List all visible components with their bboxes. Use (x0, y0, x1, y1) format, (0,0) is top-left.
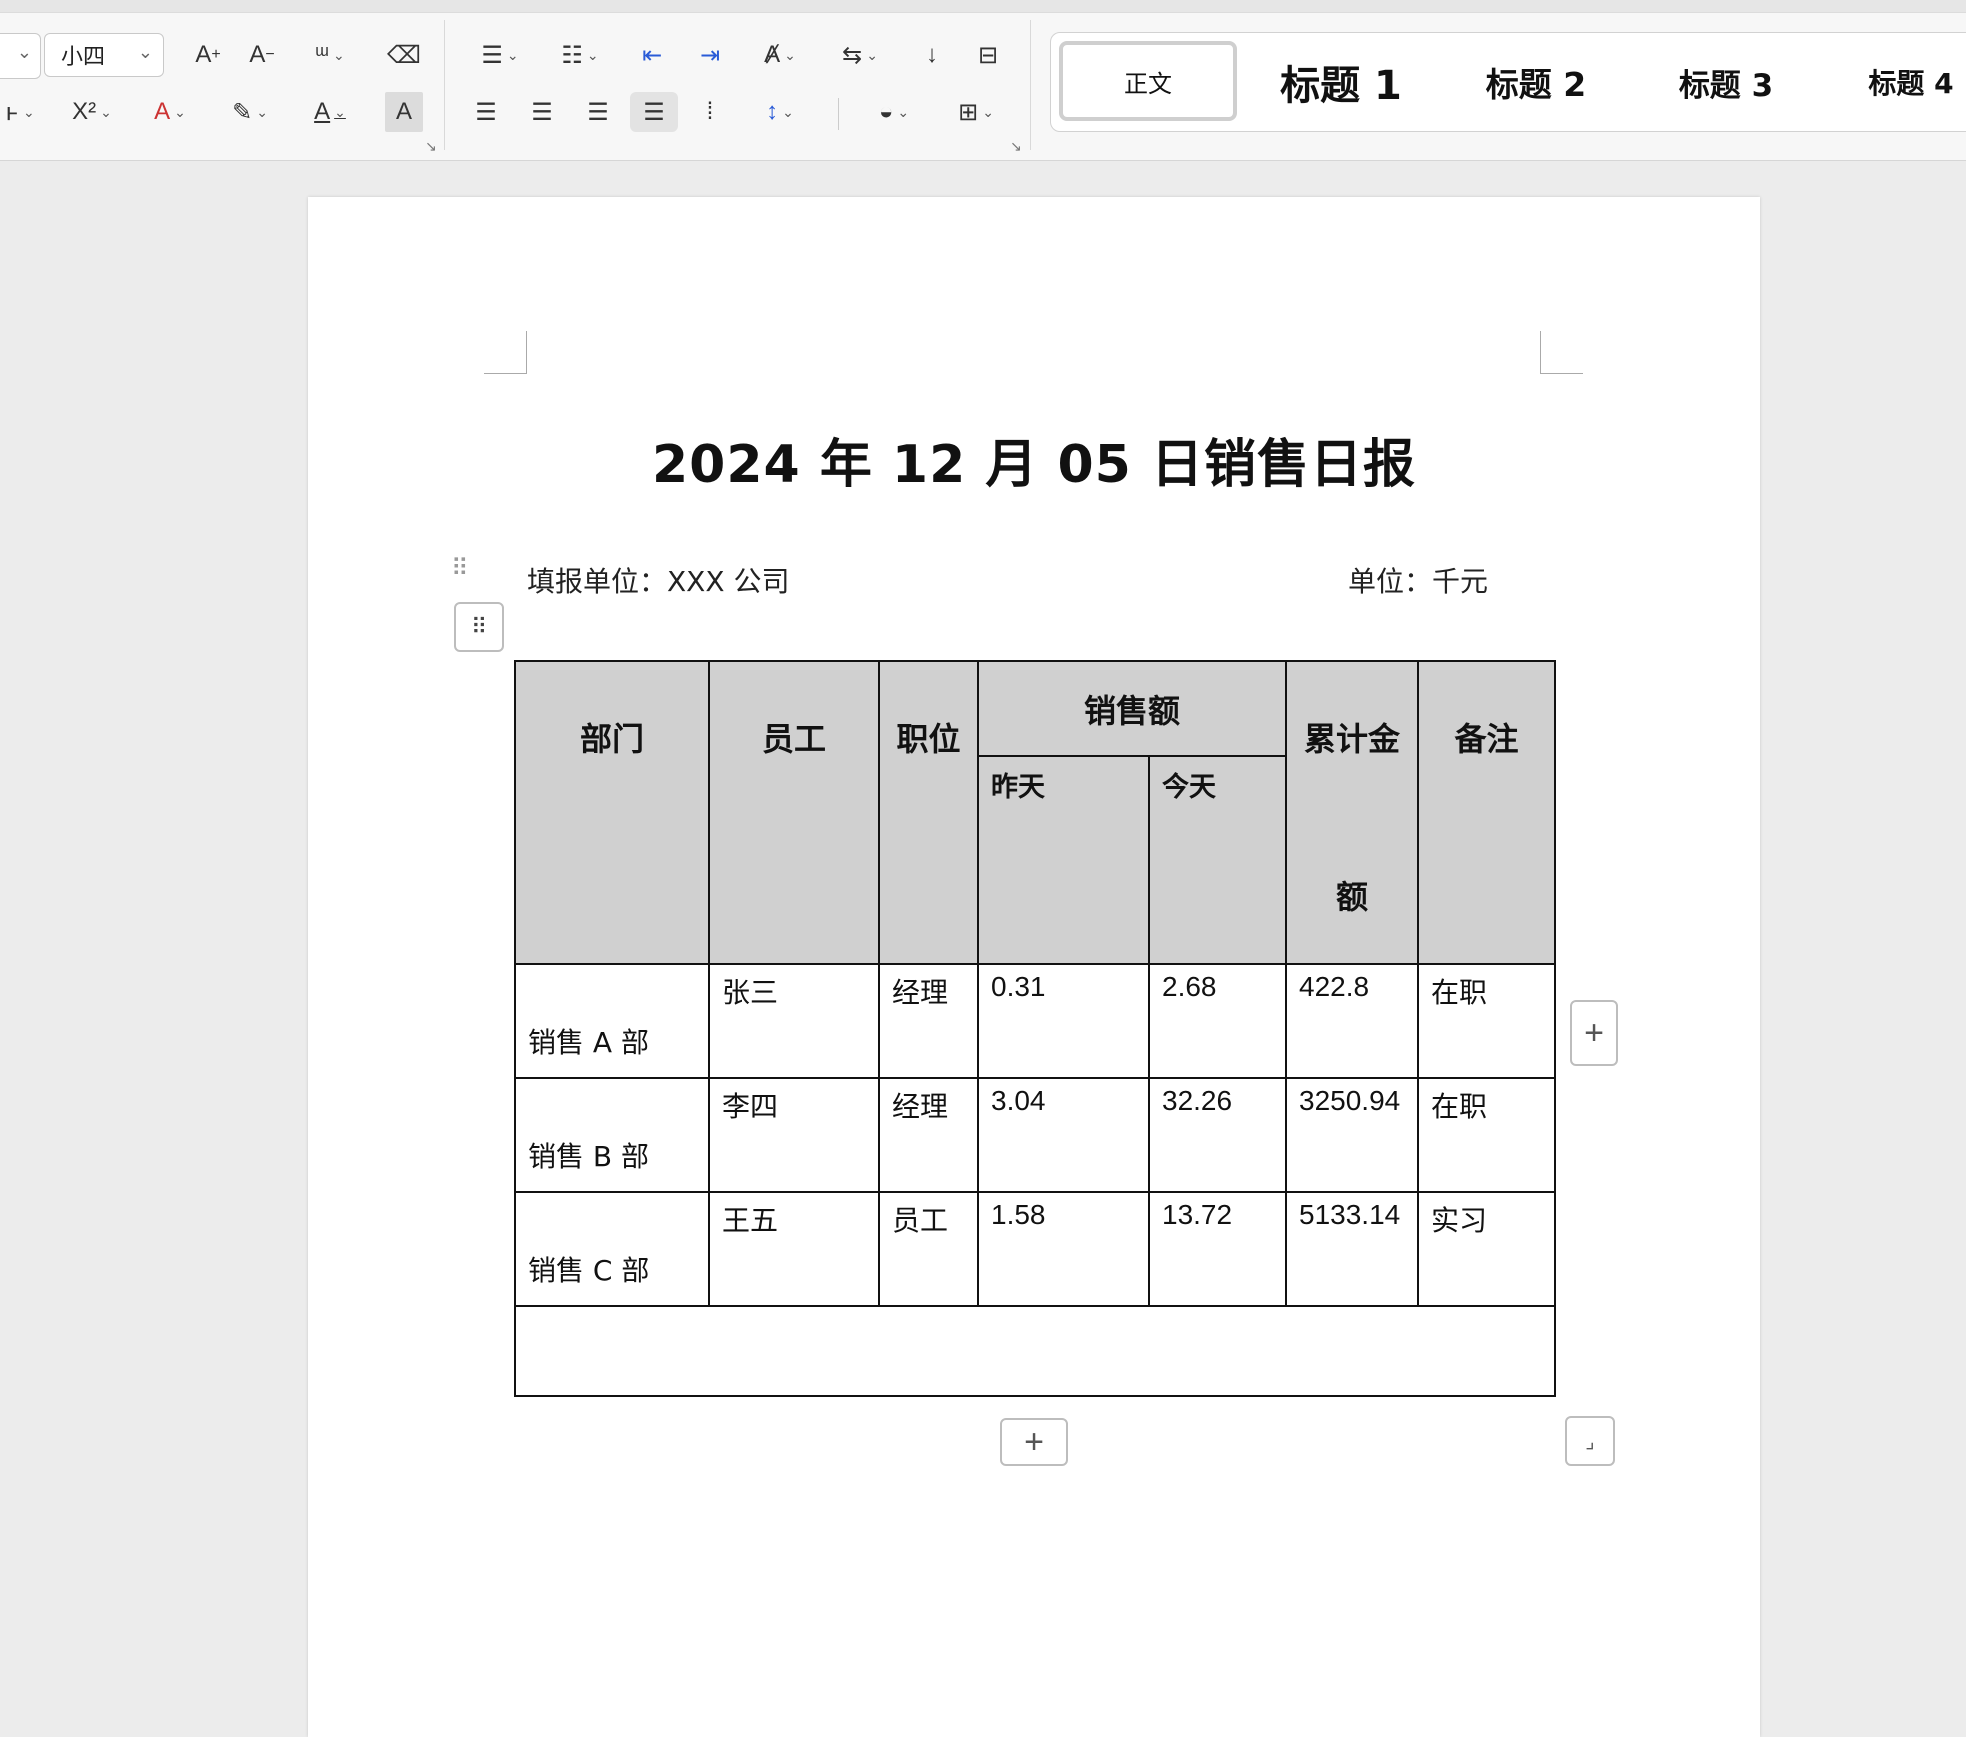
drag-handle-icon[interactable]: ⠿ (451, 557, 471, 581)
document-title[interactable]: 2024 年 12 月 05 日销售日报 (308, 422, 1760, 497)
justify-icon[interactable]: ☰ (630, 92, 678, 132)
phonetic-guide-icon[interactable]: ᵚ ⌄ (298, 35, 362, 75)
cell-position[interactable]: 员工 (878, 1191, 979, 1307)
cell-today[interactable]: 2.68 (1147, 963, 1288, 1079)
borders-icon[interactable]: ⊞ ⌄ (944, 92, 1008, 132)
cell-employee[interactable]: 王五 (708, 1191, 880, 1307)
clear-format-icon[interactable]: ⌫ (382, 35, 426, 75)
cell-employee[interactable]: 李四 (708, 1077, 880, 1193)
paragraph-dialog-launcher-icon[interactable]: ↘ (1010, 138, 1022, 155)
table-resize-handle-icon[interactable]: ⌟ (1565, 1416, 1615, 1466)
table-row-empty (513, 1305, 1557, 1397)
cell-merged-empty[interactable] (513, 1305, 1557, 1397)
cell-remark[interactable]: 在职 (1417, 1077, 1557, 1193)
cell-cumulative[interactable]: 3250.94 (1285, 1077, 1420, 1193)
header-cumulative[interactable]: 累计金 额 (1285, 660, 1420, 965)
superscript-icon[interactable]: X² ⌄ (62, 92, 122, 132)
unit-label[interactable]: 单位：千元 (1348, 560, 1488, 600)
header-cumulative-line2: 额 (1336, 878, 1369, 916)
add-row-button[interactable]: + (1000, 1418, 1068, 1466)
cell-dept[interactable]: 销售 B 部 (514, 1077, 710, 1193)
sort-icon[interactable]: ↓ (910, 35, 954, 75)
chevron-down-icon: ⌄ (16, 42, 32, 62)
font-name-dropdown[interactable]: ⌄ (0, 33, 41, 79)
plus-icon: + (1024, 1422, 1044, 1461)
cell-today[interactable]: 13.72 (1147, 1191, 1288, 1307)
style-heading-4[interactable]: 标题 4 (1841, 33, 1966, 131)
group-divider (1030, 20, 1031, 150)
ribbon-top-strip (0, 0, 1966, 13)
cell-yesterday[interactable]: 1.58 (977, 1191, 1150, 1307)
cell-position[interactable]: 经理 (878, 963, 979, 1079)
line-spacing-icon[interactable]: ↕ ⌄ (748, 92, 812, 132)
cell-position[interactable]: 经理 (878, 1077, 979, 1193)
header-yesterday[interactable]: 昨天 (977, 755, 1150, 965)
font-color-icon[interactable]: A ⌄ (300, 92, 360, 132)
cell-employee[interactable]: 张三 (708, 963, 880, 1079)
decrease-indent-icon[interactable]: ⇤ (630, 35, 674, 75)
cell-dept[interactable]: 销售 C 部 (514, 1191, 710, 1307)
align-center-icon[interactable]: ☰ (518, 92, 566, 132)
style-heading-2[interactable]: 标题 2 (1451, 33, 1621, 131)
table-row: 销售 B 部 李四 经理 3.04 32.26 3250.94 在职 (514, 1077, 1557, 1193)
highlight-icon[interactable]: ✎ ⌄ (218, 92, 282, 132)
cell-remark[interactable]: 在职 (1417, 963, 1557, 1079)
plus-icon: + (1584, 1013, 1604, 1052)
header-remark[interactable]: 备注 (1417, 660, 1557, 965)
header-position[interactable]: 职位 (878, 660, 979, 965)
cell-dept[interactable]: 销售 A 部 (514, 963, 710, 1079)
increase-indent-icon[interactable]: ⇥ (688, 35, 732, 75)
strikethrough-icon[interactable]: ͱ ⌄ (0, 92, 40, 132)
font-size-value: 小四 (61, 45, 106, 70)
cell-cumulative[interactable]: 422.8 (1285, 963, 1420, 1079)
cell-remark[interactable]: 实习 (1417, 1191, 1557, 1307)
font-size-dropdown[interactable]: 小四 ⌄ (44, 33, 164, 77)
style-heading-1[interactable]: 标题 1 (1251, 33, 1431, 131)
table-row: 销售 C 部 王五 员工 1.58 13.72 5133.14 实习 (514, 1191, 1557, 1307)
font-dialog-launcher-icon[interactable]: ↘ (425, 138, 437, 155)
sort-swap-icon[interactable]: ⇆ ⌄ (830, 35, 890, 75)
margin-corner-top-right (1540, 331, 1583, 374)
document-page: 2024 年 12 月 05 日销售日报 ⠿ ⠿ 填报单位：XXX 公司 单位：… (308, 197, 1760, 1737)
cell-today[interactable]: 32.26 (1147, 1077, 1288, 1193)
header-cumulative-line1: 累计金 (1304, 720, 1401, 758)
char-shading-icon[interactable]: A (385, 92, 423, 132)
margin-corner-top-left (484, 331, 527, 374)
style-normal[interactable]: 正文 (1059, 41, 1237, 121)
header-employee[interactable]: 员工 (708, 660, 880, 965)
reporting-unit[interactable]: 填报单位：XXX 公司 (527, 560, 789, 600)
chevron-down-icon: ⌄ (137, 42, 153, 63)
ribbon-toolbar: ⌄ 小四 ⌄ A + A − ᵚ ⌄ ⌫ ͱ ⌄ X² ⌄ A ⌄ ✎ ⌄ A ⌄ A ↘ ☰ ⌄… (0, 0, 1966, 161)
shading-fill-icon[interactable]: ◒ ⌄ (862, 92, 926, 132)
align-left-icon[interactable]: ☰ (462, 92, 510, 132)
shrink-font-icon[interactable]: A − (240, 35, 284, 75)
sales-report-table: 部门 员工 职位 销售额 累计金 额 备注 昨天 今天 销售 A 部 张三 经理… (513, 660, 1557, 1397)
styles-gallery: 正文 标题 1 标题 2 标题 3 标题 4 (1050, 32, 1966, 132)
header-sales[interactable]: 销售额 (976, 660, 1288, 757)
cell-yesterday[interactable]: 0.31 (977, 963, 1150, 1079)
align-right-icon[interactable]: ☰ (574, 92, 622, 132)
header-dept[interactable]: 部门 (514, 660, 710, 965)
divider (838, 98, 839, 130)
cell-yesterday[interactable]: 3.04 (977, 1077, 1150, 1193)
style-heading-3[interactable]: 标题 3 (1641, 33, 1811, 131)
grow-font-icon[interactable]: A + (186, 35, 230, 75)
text-direction-icon[interactable]: Ⱥ ⌄ (748, 35, 812, 75)
group-divider (444, 20, 445, 150)
cell-cumulative[interactable]: 5133.14 (1285, 1191, 1420, 1307)
header-today[interactable]: 今天 (1147, 755, 1288, 965)
numbered-list-icon[interactable]: ☷ ⌄ (550, 35, 610, 75)
table-row: 销售 A 部 张三 经理 0.31 2.68 422.8 在职 (514, 963, 1557, 1079)
table-move-handle-icon[interactable]: ⠿ (454, 602, 504, 652)
text-effect-icon[interactable]: A ⌄ (140, 92, 200, 132)
add-column-button[interactable]: + (1570, 1000, 1618, 1066)
distributed-align-icon[interactable]: ⁞ (686, 92, 734, 132)
bullet-list-icon[interactable]: ☰ ⌄ (470, 35, 530, 75)
show-marks-icon[interactable]: ⊟ (966, 35, 1010, 75)
